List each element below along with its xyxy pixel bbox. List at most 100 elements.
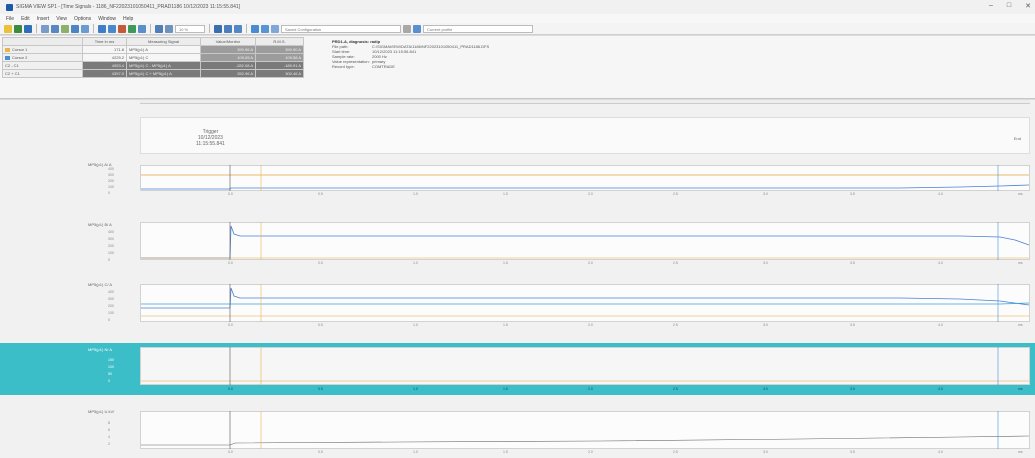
zoom-out-icon[interactable] — [165, 24, 173, 33]
signal-panel-u[interactable]: MP5(p1) U kV/ 8 6 4 2 0.0 0.5 1.0 1.5 2.… — [0, 405, 1035, 457]
fit-icon[interactable] — [214, 24, 222, 33]
cursor-1-label: Cursor 1 — [2, 45, 83, 54]
configuration-select[interactable]: Saved Configuration — [281, 24, 401, 33]
zoom-select[interactable]: 10 % — [175, 24, 205, 33]
x-tick: 3.0 — [763, 261, 768, 265]
menu-view[interactable]: View — [56, 16, 67, 22]
column-header[interactable]: Value/Monitor — [200, 37, 256, 46]
signal-panel-n[interactable]: MP5(p1) N/ A 150 100 50 0 0.0 0.5 1.0 1.… — [0, 343, 1035, 395]
trace-line — [141, 302, 1030, 305]
menu-file[interactable]: File — [6, 16, 14, 22]
table-cell: 4053.4 — [82, 61, 127, 70]
table-row[interactable]: Cursor 1 171.8 MP5(p1) A 390.96 A 390.90… — [2, 45, 304, 54]
x-tick: 4.0 — [938, 323, 943, 327]
cut-icon[interactable] — [41, 24, 49, 33]
x-tick: 1.0 — [413, 450, 418, 454]
x-tick: 4.0 — [938, 192, 943, 196]
x-tick: 2.0 — [588, 261, 593, 265]
x-tick: 2.0 — [588, 450, 593, 454]
signal-icon[interactable] — [98, 24, 106, 33]
title-bar: SIGMA VIEW SP1 - [Time Signals - 1186_NF… — [0, 0, 1035, 14]
column-header[interactable]: Time in ms — [82, 37, 127, 46]
trace-line — [141, 435, 1030, 446]
x-tick: 0.0 — [228, 387, 233, 391]
signal-plot-area[interactable]: Trigger 10/12/2023 11:15:55.841 End MP5(… — [0, 100, 1035, 458]
trace-line — [141, 287, 1030, 309]
menu-help[interactable]: Help — [123, 16, 133, 22]
settings-icon[interactable] — [261, 24, 269, 33]
menu-bar: File Edit Insert View Options Window Hel… — [0, 14, 1035, 23]
maximize-button[interactable]: □ — [1007, 2, 1011, 10]
trace-chart — [141, 284, 1030, 322]
trace-chart — [141, 165, 1030, 191]
cursor-icon[interactable] — [138, 24, 146, 33]
menu-window[interactable]: Window — [98, 16, 116, 22]
x-tick: 2.5 — [673, 261, 678, 265]
trace-chart — [141, 411, 1030, 449]
print-icon[interactable] — [24, 24, 32, 33]
trace-line — [141, 225, 1030, 259]
x-tick: 2.5 — [673, 387, 678, 391]
table-cell: 300.46 A — [255, 69, 304, 78]
table-row[interactable]: C2 - C1 4053.4 MP5(p1) C - MP5(p1) A -28… — [2, 61, 304, 70]
x-unit: ms — [1018, 450, 1023, 454]
apply-icon[interactable] — [413, 24, 421, 33]
x-tick: 0.0 — [228, 192, 233, 196]
trace-chart — [141, 347, 1029, 385]
minimize-button[interactable]: – — [989, 2, 993, 10]
x-tick: 3.0 — [763, 323, 768, 327]
table-row[interactable]: C2 + C1 4397.0 MP5(p1) C + MP5(p1) A 252… — [2, 69, 304, 78]
marker-icon[interactable] — [234, 24, 242, 33]
delete-icon[interactable] — [403, 24, 411, 33]
window-title: SIGMA VIEW SP1 - [Time Signals - 1186_NF… — [16, 4, 241, 10]
x-tick: 1.0 — [413, 323, 418, 327]
trace-line — [141, 184, 1030, 190]
x-tick: 1.0 — [413, 387, 418, 391]
signal-panel-c[interactable]: MP5(p1) C/ A 400 300 200 100 0 0.0 0.5 1… — [0, 278, 1035, 328]
x-tick: 3.5 — [850, 261, 855, 265]
x-tick: 3.0 — [763, 387, 768, 391]
x-tick: 0.5 — [318, 261, 323, 265]
config-icon[interactable] — [251, 24, 259, 33]
column-header[interactable]: Measuring Signal — [126, 37, 201, 46]
table-cell: 4225.2 — [82, 53, 127, 62]
profile-select[interactable]: Current profile — [423, 24, 533, 33]
harmonic-icon[interactable] — [118, 24, 126, 33]
x-tick: 0.5 — [318, 450, 323, 454]
info-icon[interactable] — [271, 24, 279, 33]
signal-panel-b[interactable]: MP5(p1) B/ A 400 300 200 100 0 0.0 0.5 1… — [0, 218, 1035, 266]
table-cell: -189.91 A — [255, 61, 304, 70]
export-icon[interactable] — [128, 24, 136, 33]
grid-icon[interactable] — [81, 24, 89, 33]
trigger-panel: Trigger 10/12/2023 11:15:55.841 End — [140, 117, 1030, 154]
table-cell: -282.08 A — [200, 61, 256, 70]
cursor-table: Time in ms Measuring Signal Value/Monito… — [2, 37, 304, 78]
signal-panel-a[interactable]: MP5(p1) A/ A 400 300 200 100 0 0.0 0.5 1… — [0, 158, 1035, 196]
trace-chart — [141, 222, 1030, 260]
x-unit: ms — [1018, 261, 1023, 265]
end-label: End — [1013, 136, 1021, 141]
menu-edit[interactable]: Edit — [21, 16, 30, 22]
copy-icon[interactable] — [51, 24, 59, 33]
column-header[interactable]: R.M.S. — [255, 37, 304, 46]
table-cell: 390.90 A — [255, 45, 304, 54]
x-tick: 0.0 — [228, 323, 233, 327]
zoom-in-icon[interactable] — [155, 24, 163, 33]
layout-icon[interactable] — [224, 24, 232, 33]
menu-insert[interactable]: Insert — [37, 16, 50, 22]
table-cell: 390.96 A — [200, 45, 256, 54]
x-tick: 3.0 — [763, 450, 768, 454]
x-tick: 1.5 — [503, 192, 508, 196]
table-row[interactable]: Cursor 2 4225.2 MP5(p1) C 109.05 A 109.5… — [2, 53, 304, 62]
vector-icon[interactable] — [108, 24, 116, 33]
time-ruler[interactable] — [140, 100, 1030, 104]
menu-options[interactable]: Options — [74, 16, 91, 22]
paste-icon[interactable] — [61, 24, 69, 33]
table-icon[interactable] — [71, 24, 79, 33]
x-tick: 0.5 — [318, 323, 323, 327]
open-icon[interactable] — [4, 24, 12, 33]
save-icon[interactable] — [14, 24, 22, 33]
x-tick: 1.5 — [503, 323, 508, 327]
x-unit: ms — [1018, 387, 1023, 391]
close-button[interactable]: ✕ — [1025, 2, 1031, 10]
